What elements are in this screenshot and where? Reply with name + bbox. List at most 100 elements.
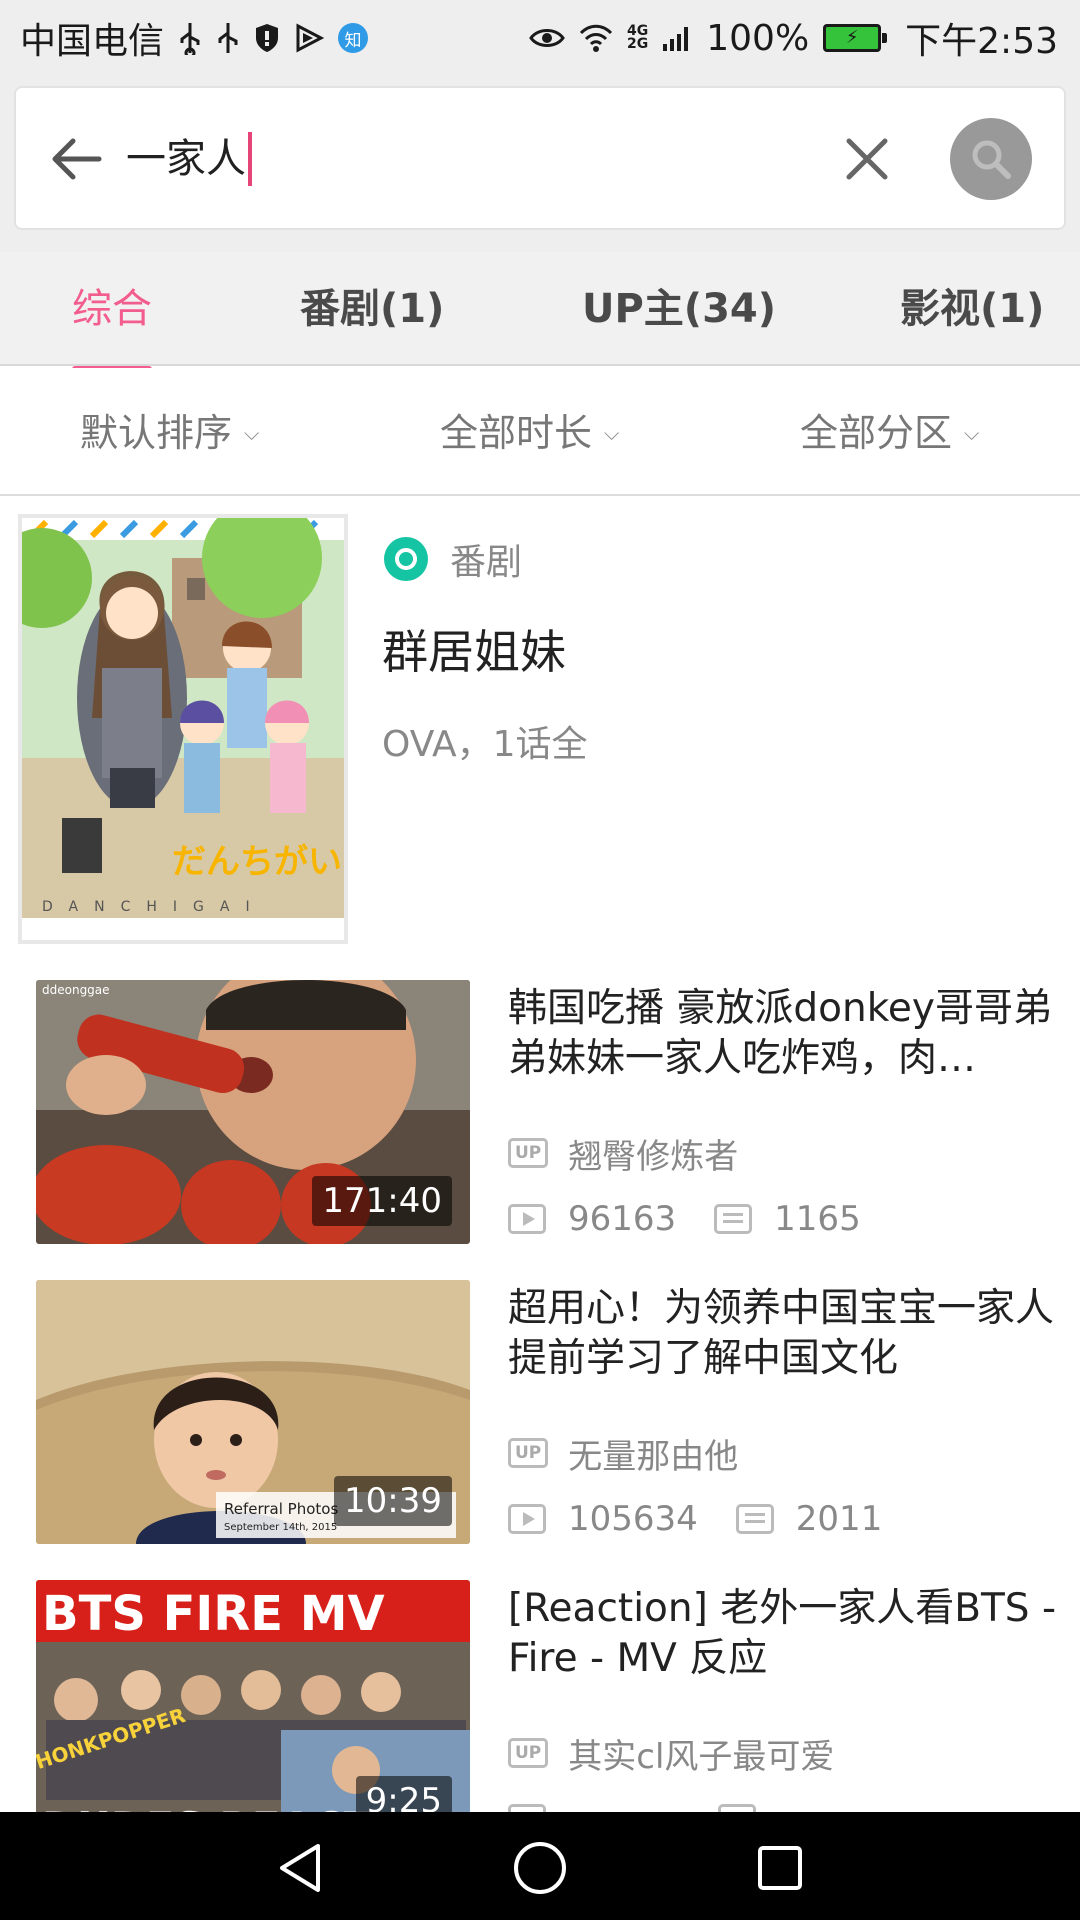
signal-icon	[662, 24, 692, 52]
up-badge-icon: UP	[508, 1738, 549, 1768]
clock: 下午2:53	[905, 21, 1058, 62]
video-uploader-row: UP 其实cl风子最可爱	[508, 1730, 835, 1777]
search-header: 一家人	[0, 76, 1080, 252]
text-caret	[248, 132, 252, 186]
eye-icon	[529, 25, 565, 51]
video-item[interactable]: BTS FIRE MV HONKPOPPER DUDES REACT 9:25 …	[0, 1580, 1080, 1812]
video-title: [Reaction] 老外一家人看BTS - Fire - MV 反应	[508, 1586, 1057, 1681]
shield-icon	[254, 23, 280, 53]
bangumi-type-row: 番剧	[384, 534, 522, 584]
up-badge-icon: UP	[508, 1138, 549, 1168]
results-list: 21 だんちがい DANC	[0, 498, 1080, 1812]
video-uploader-row: UP 翘臀修炼者	[508, 1130, 739, 1177]
status-bar: 中国电信 知 4G 2G 100% ⚡ 下午2:53	[0, 0, 1080, 76]
tab-all[interactable]: 综合	[72, 282, 152, 372]
thumb-bottom-text: DUDES REACT	[42, 1803, 373, 1812]
anime-poster-image: 21 だんちがい DANC	[22, 518, 344, 940]
danmaku-icon	[714, 1204, 753, 1234]
navigation-bar	[0, 1812, 1080, 1920]
video-duration: 9:25	[355, 1776, 452, 1812]
video-item[interactable]: ddeonggae 171:40 韩国吃播 豪放派donkey哥哥弟弟妹妹一家人…	[0, 980, 1080, 1280]
filter-bar: 默认排序 ⌵ 全部时长 ⌵ 全部分区 ⌵	[0, 368, 1080, 496]
circle-home-icon	[514, 1842, 566, 1894]
video-title: 韩国吃播 豪放派donkey哥哥弟弟妹妹一家人吃炸鸡，肉…	[508, 986, 1053, 1081]
zhihu-icon: 知	[338, 23, 369, 53]
video-item[interactable]: Referral Photos September 14th, 2015 10:…	[0, 1280, 1080, 1580]
thumb-caption: Referral Photos	[224, 1500, 338, 1518]
video-title: 超用心！为领养中国宝宝一家人提前学习了解中国文化	[508, 1286, 1055, 1381]
nav-back-button[interactable]	[268, 1836, 332, 1900]
duration-filter[interactable]: 全部时长 ⌵	[440, 406, 619, 460]
battery-icon: ⚡	[823, 24, 888, 52]
danmaku-icon	[718, 1804, 756, 1812]
video-uploader: 其实cl风子最可爱	[568, 1736, 835, 1777]
thumb-watermark: ddeonggae	[42, 983, 110, 997]
video-uploader-row: UP 无量那由他	[508, 1430, 739, 1477]
bangumi-poster: 21 だんちがい DANC	[18, 514, 348, 944]
result-tabs: 综合 番剧(1) UP主(34) 影视(1)	[0, 252, 1080, 372]
category-filter-label: 全部分区	[800, 411, 953, 455]
category-filter[interactable]: 全部分区 ⌵	[800, 406, 979, 460]
video-duration: 10:39	[334, 1476, 452, 1526]
play-count-icon	[508, 1804, 546, 1812]
carrier-label: 中国电信	[20, 21, 165, 62]
danmaku-icon	[735, 1504, 774, 1534]
status-left: 中国电信 知	[20, 12, 369, 64]
square-recents-icon	[758, 1846, 802, 1890]
search-box: 一家人	[14, 86, 1066, 230]
poster-subtext: DANCHIGAI	[42, 899, 266, 915]
tab-uploaders[interactable]: UP主(34)	[582, 282, 776, 342]
chevron-down-icon: ⌵	[244, 421, 260, 445]
bangumi-meta: OVA，1话全	[382, 724, 588, 765]
search-input[interactable]: 一家人	[126, 126, 252, 192]
video-duration: 171:40	[312, 1176, 452, 1226]
thumb-caption-date: September 14th, 2015	[224, 1522, 337, 1533]
play-count: 105634	[568, 1499, 698, 1539]
sort-filter-label: 默认排序	[80, 411, 233, 455]
play-count: 96163	[568, 1199, 677, 1239]
usb-icon	[178, 21, 202, 55]
play-store-icon	[294, 23, 325, 53]
thumb-banner: BTS FIRE MV	[42, 1586, 385, 1642]
back-button[interactable]	[42, 124, 112, 194]
sort-filter[interactable]: 默认排序 ⌵	[80, 406, 259, 460]
search-icon	[972, 140, 1011, 179]
tab-bangumi[interactable]: 番剧(1)	[300, 282, 444, 342]
triangle-back-icon	[280, 1844, 320, 1892]
play-count-icon	[508, 1504, 546, 1534]
usb-debug-icon	[216, 21, 240, 55]
video-stats: 105634 2011	[508, 1496, 882, 1542]
status-right: 4G 2G 100% ⚡ 下午2:53	[529, 12, 1058, 64]
search-button[interactable]	[950, 118, 1032, 200]
tab-films[interactable]: 影视(1)	[900, 282, 1044, 342]
poster-logo-text: だんちがい	[172, 842, 342, 882]
chevron-down-icon: ⌵	[604, 421, 620, 445]
close-icon	[846, 138, 888, 180]
danmaku-count: 1165	[774, 1199, 861, 1239]
wifi-icon	[579, 24, 613, 52]
video-stats: 96163 1165	[508, 1196, 861, 1242]
bangumi-type-icon	[384, 537, 428, 581]
nav-recents-button[interactable]	[748, 1836, 812, 1900]
video-thumbnail: BTS FIRE MV HONKPOPPER DUDES REACT 9:25	[36, 1580, 470, 1812]
search-query: 一家人	[126, 136, 246, 182]
battery-percent: 100%	[706, 17, 810, 59]
video-thumbnail: ddeonggae 171:40	[36, 980, 470, 1244]
network-bottom-label: 2G	[627, 36, 649, 52]
nav-home-button[interactable]	[508, 1836, 572, 1900]
bangumi-result[interactable]: 21 だんちがい DANC	[0, 498, 1080, 968]
bangumi-title: 群居姐妹	[382, 625, 566, 679]
video-uploader: 无量那由他	[568, 1436, 739, 1477]
chevron-down-icon: ⌵	[964, 421, 980, 445]
back-arrow-icon	[52, 138, 102, 180]
video-uploader: 翘臀修炼者	[568, 1136, 739, 1177]
bangumi-type-label: 番剧	[450, 542, 523, 583]
clear-button[interactable]	[832, 124, 902, 194]
danmaku-count: 2011	[795, 1499, 883, 1539]
video-thumbnail: Referral Photos September 14th, 2015 10:…	[36, 1280, 470, 1544]
video-stats	[508, 1796, 778, 1812]
duration-filter-label: 全部时长	[440, 411, 593, 455]
play-count-icon	[508, 1204, 546, 1234]
network-type-icon: 4G 2G	[627, 24, 649, 52]
up-badge-icon: UP	[508, 1438, 549, 1468]
